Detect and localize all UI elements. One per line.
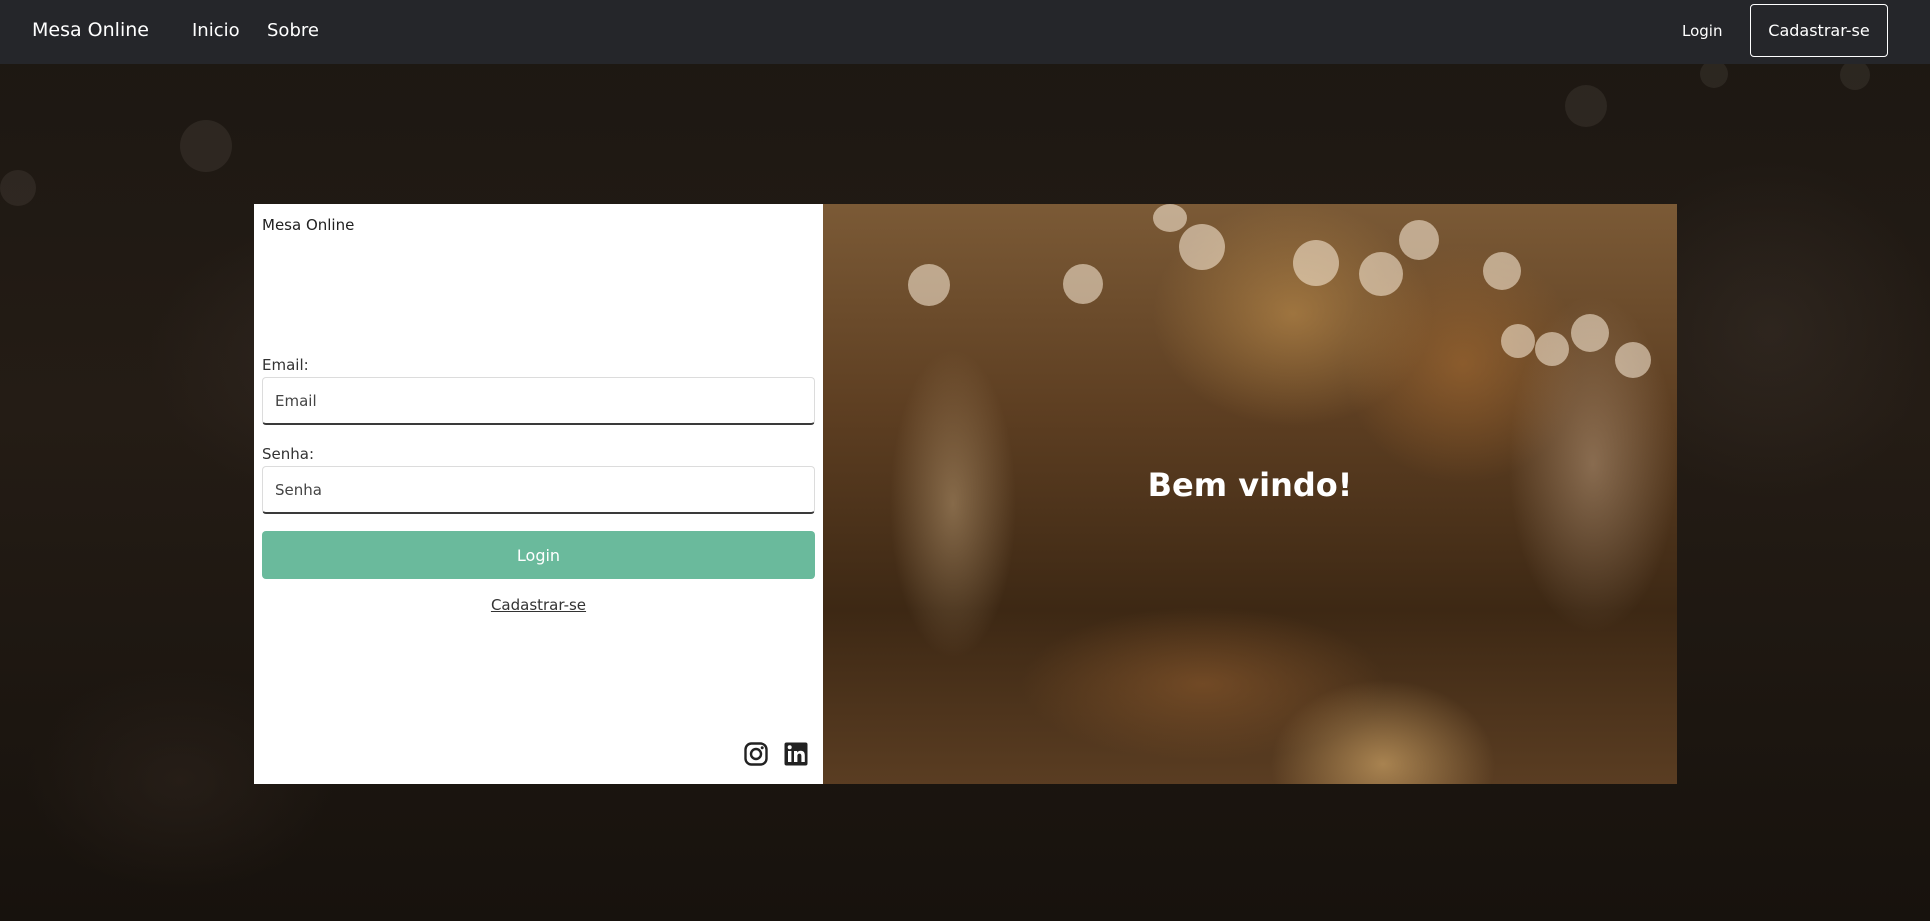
nav-link-inicio[interactable]: Inicio [192,20,240,41]
nav-signup-button[interactable]: Cadastrar-se [1750,4,1888,57]
password-label: Senha: [262,445,315,463]
signup-link[interactable]: Cadastrar-se [254,596,823,614]
nav-link-sobre[interactable]: Sobre [267,20,319,41]
login-card: Mesa Online Email: Senha: Login Cadastra… [254,204,1677,784]
email-input[interactable] [262,377,815,425]
card-brand-title: Mesa Online [262,216,355,234]
password-input[interactable] [262,466,815,514]
login-submit-button[interactable]: Login [262,531,815,579]
instagram-icon[interactable] [743,741,769,767]
brand-logo-link[interactable]: Mesa Online [32,19,149,41]
welcome-panel: Bem vindo! [823,204,1677,784]
linkedin-icon[interactable] [783,741,809,767]
welcome-heading: Bem vindo! [1147,466,1353,504]
nav-login-link[interactable]: Login [1682,22,1722,40]
email-label: Email: [262,356,309,374]
top-navbar: Mesa Online Inicio Sobre Login Cadastrar… [0,0,1930,64]
login-form-panel: Mesa Online Email: Senha: Login Cadastra… [254,204,823,784]
